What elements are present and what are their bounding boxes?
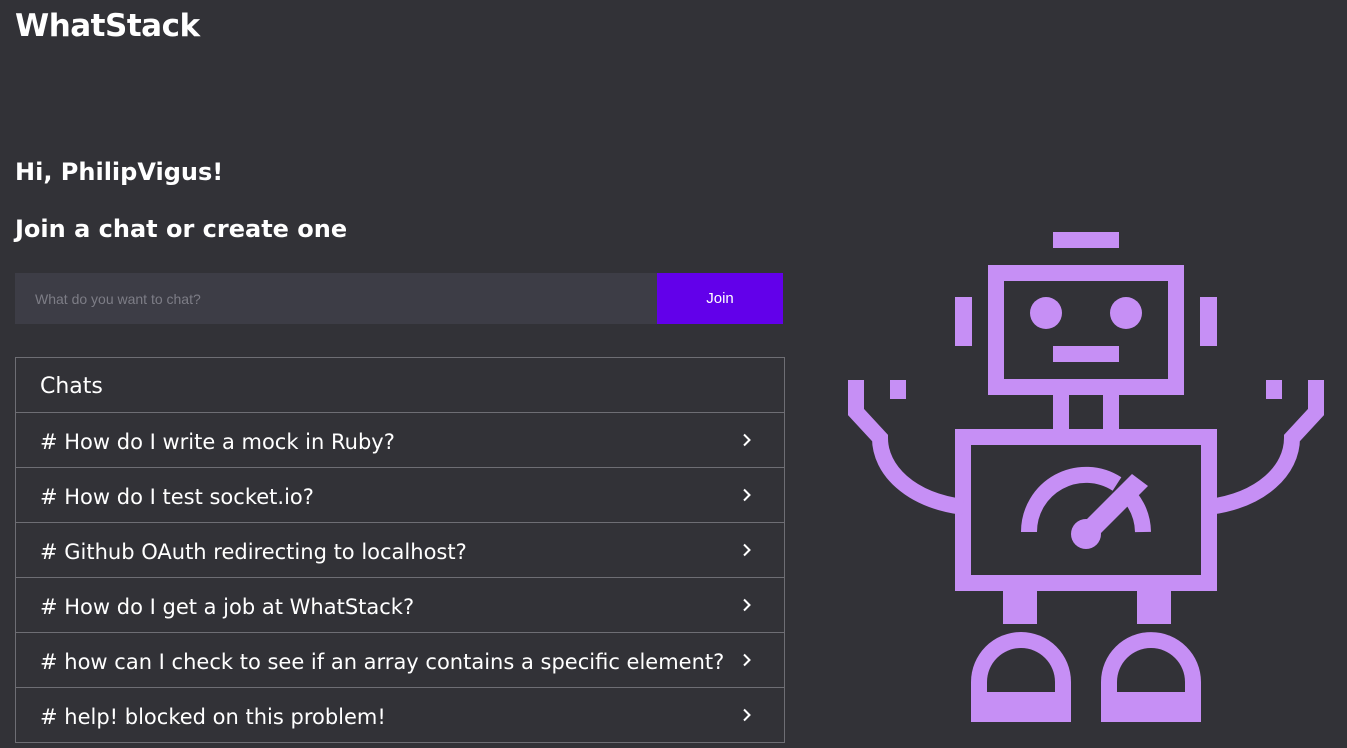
- chat-list-item-label: # How do I get a job at WhatStack?: [40, 595, 415, 619]
- chats-list: Chats # How do I write a mock in Ruby? #…: [15, 357, 785, 743]
- chat-list-item-label: # How do I write a mock in Ruby?: [40, 430, 395, 454]
- chevron-right-icon: [743, 433, 751, 447]
- chat-list-item-label: # How do I test socket.io?: [40, 485, 314, 509]
- chat-list-item[interactable]: # help! blocked on this problem!: [16, 688, 784, 743]
- chat-list-item-label: # Github OAuth redirecting to localhost?: [40, 540, 467, 564]
- app-title: WhatStack: [15, 8, 200, 44]
- chevron-right-icon: [743, 653, 751, 667]
- greeting: Hi, PhilipVigus!: [15, 158, 224, 186]
- chat-list-item[interactable]: # how can I check to see if an array con…: [16, 633, 784, 688]
- chevron-right-icon: [743, 488, 751, 502]
- chat-list-item[interactable]: # How do I get a job at WhatStack?: [16, 578, 784, 633]
- chat-list-item[interactable]: # How do I test socket.io?: [16, 468, 784, 523]
- robot-illustration: [848, 232, 1324, 722]
- chevron-right-icon: [743, 598, 751, 612]
- chevron-right-icon: [743, 708, 751, 722]
- join-chat-form: Join: [15, 273, 783, 324]
- join-button[interactable]: Join: [657, 273, 783, 324]
- chat-list-item[interactable]: # Github OAuth redirecting to localhost?: [16, 523, 784, 578]
- join-heading: Join a chat or create one: [15, 215, 348, 243]
- chat-topic-input[interactable]: [15, 273, 657, 324]
- chats-header: Chats: [16, 358, 784, 413]
- chevron-right-icon: [743, 543, 751, 557]
- chat-list-item[interactable]: # How do I write a mock in Ruby?: [16, 413, 784, 468]
- chat-list-item-label: # how can I check to see if an array con…: [40, 650, 725, 674]
- chat-list-item-label: # help! blocked on this problem!: [40, 705, 386, 729]
